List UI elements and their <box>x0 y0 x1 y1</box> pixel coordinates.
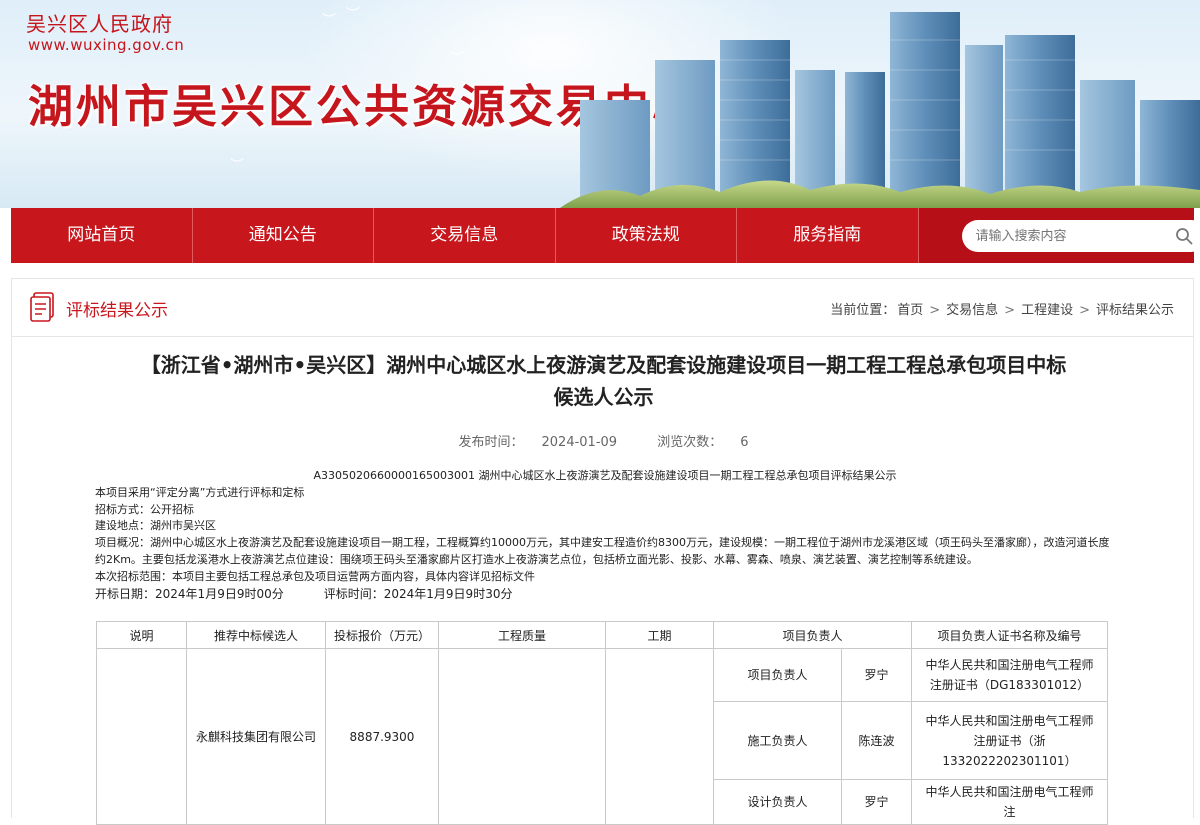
col-header: 工程质量 <box>439 622 606 649</box>
person-role: 施工负责人 <box>714 702 842 780</box>
col-header: 工期 <box>606 622 714 649</box>
person-role: 项目负责人 <box>714 649 842 702</box>
person-cert: 中华人民共和国注册电气工程师注 <box>912 780 1108 825</box>
date-line: 开标日期：2024年1月9日9时00分 评标时间：2024年1月9日9时30分 <box>95 586 1115 603</box>
person-cert: 中华人民共和国注册电气工程师注册证书（DG183301012） <box>912 649 1108 702</box>
table-cell-note <box>97 649 187 825</box>
table-cell-candidate: 永麒科技集团有限公司 <box>187 649 326 825</box>
col-header: 说明 <box>97 622 187 649</box>
gov-name[interactable]: 吴兴区人民政府 <box>26 8 173 37</box>
breadcrumb-trading-info[interactable]: 交易信息 <box>946 303 998 318</box>
body-line: 项目概况：湖州中心城区水上夜游演艺及配套设施建设项目一期工程，工程概算约1000… <box>95 535 1115 569</box>
search-input[interactable] <box>962 220 1200 252</box>
person-name: 陈连波 <box>842 702 912 780</box>
city-skyline-image <box>560 0 1200 208</box>
bird-icon: ︶ <box>230 155 244 175</box>
nav-item-trading-info[interactable]: 交易信息 <box>374 208 556 263</box>
body-line: 招标方式：公开招标 <box>95 502 1115 519</box>
open-date-label: 开标日期： <box>95 586 155 603</box>
body-line: 本次招标范围：本项目主要包括工程总承包及项目运营两方面内容，具体内容详见招标文件 <box>95 569 1115 586</box>
breadcrumb-engineering[interactable]: 工程建设 <box>1021 303 1073 318</box>
table-cell-price: 8887.9300 <box>326 649 439 825</box>
article-title-line2: 候选人公示 <box>12 381 1195 413</box>
table-cell-quality <box>439 649 606 825</box>
section-title: 评标结果公示 <box>66 296 168 321</box>
article-title-line1: 【浙江省•湖州市•吴兴区】湖州中心城区水上夜游演艺及配套设施建设项目一期工程工程… <box>12 349 1195 381</box>
eval-time: 2024年1月9日9时30分 <box>384 586 513 603</box>
breadcrumb-prefix: 当前位置： <box>830 303 895 318</box>
section-header: 评标结果公示 当前位置：首页>交易信息>工程建设>评标结果公示 <box>12 279 1193 337</box>
search-icon[interactable] <box>1175 227 1193 245</box>
bid-price: 8887.9300 <box>350 730 415 744</box>
article-body: A3305020660000165003001 湖州中心城区水上夜游演艺及配套设… <box>95 468 1115 602</box>
nav-item-home[interactable]: 网站首页 <box>11 208 193 263</box>
publish-date: 2024-01-09 <box>542 435 618 450</box>
main-nav: 网站首页 通知公告 交易信息 政策法规 服务指南 <box>11 208 1194 263</box>
breadcrumb-current[interactable]: 评标结果公示 <box>1096 303 1174 318</box>
search-area <box>919 208 1195 263</box>
body-line: 本项目采用“评定分离”方式进行评标和定标 <box>95 485 1115 502</box>
col-header: 投标报价（万元） <box>326 622 439 649</box>
site-banner: 吴兴区人民政府 www.wuxing.gov.cn 湖州市吴兴区公共资源交易中心… <box>0 0 1200 208</box>
views-count: 6 <box>740 435 748 450</box>
nav-item-policies[interactable]: 政策法规 <box>556 208 738 263</box>
person-role: 设计负责人 <box>714 780 842 825</box>
publish-label: 发布时间： <box>458 435 523 450</box>
project-code-line: A3305020660000165003001 湖州中心城区水上夜游演艺及配套设… <box>95 468 1115 485</box>
table-cell-duration <box>606 649 714 825</box>
person-name: 罗宁 <box>842 780 912 825</box>
person-cert: 中华人民共和国注册电气工程师注册证书（浙1332022202301101） <box>912 702 1108 780</box>
candidate-name: 永麒科技集团有限公司 <box>196 730 316 744</box>
views-label: 浏览次数： <box>657 435 722 450</box>
table-header-row: 说明 推荐中标候选人 投标报价（万元） 工程质量 工期 项目负责人 项目负责人证… <box>97 622 1108 649</box>
result-table: 说明 推荐中标候选人 投标报价（万元） 工程质量 工期 项目负责人 项目负责人证… <box>96 621 1108 825</box>
bird-icon: ︶ <box>322 10 336 30</box>
breadcrumb-home[interactable]: 首页 <box>897 303 923 318</box>
nav-item-service-guide[interactable]: 服务指南 <box>737 208 919 263</box>
document-icon <box>30 292 56 322</box>
col-header: 推荐中标候选人 <box>187 622 326 649</box>
open-date: 2024年1月9日9时00分 <box>155 586 284 603</box>
body-line: 建设地点：湖州市吴兴区 <box>95 518 1115 535</box>
gov-url[interactable]: www.wuxing.gov.cn <box>28 36 184 54</box>
table-row: 永麒科技集团有限公司 8887.9300 项目负责人 罗宁 中华人民共和国注册电… <box>97 649 1108 702</box>
col-header: 项目负责人 <box>714 622 912 649</box>
nav-item-notices[interactable]: 通知公告 <box>193 208 375 263</box>
bird-icon: ︶ <box>450 48 464 68</box>
breadcrumb: 当前位置：首页>交易信息>工程建设>评标结果公示 <box>829 299 1175 318</box>
eval-time-label: 评标时间： <box>324 586 384 603</box>
content-panel: 评标结果公示 当前位置：首页>交易信息>工程建设>评标结果公示 【浙江省•湖州市… <box>11 278 1194 818</box>
article-title: 【浙江省•湖州市•吴兴区】湖州中心城区水上夜游演艺及配套设施建设项目一期工程工程… <box>12 349 1195 413</box>
col-header: 项目负责人证书名称及编号 <box>912 622 1108 649</box>
person-name: 罗宁 <box>842 649 912 702</box>
bird-icon: ︶ <box>346 4 360 24</box>
article-meta: 发布时间： 2024-01-09 浏览次数： 6 <box>12 431 1195 450</box>
